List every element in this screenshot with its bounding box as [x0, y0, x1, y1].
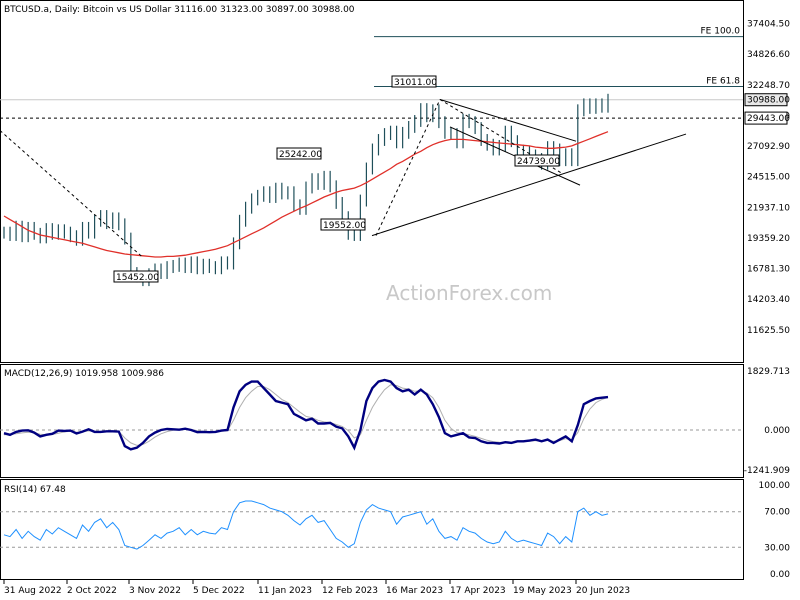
axis-labels: 37404.5034826.6032248.7029670.8027092.90…	[3, 20, 791, 596]
macd-tick-label: 1829.713	[747, 367, 790, 377]
close-text: 30988.00	[312, 5, 355, 15]
fe-level-label: FE 61.8	[706, 77, 740, 87]
fe-level-label: FE 100.0	[701, 27, 741, 37]
y-tick-label: 27092.90	[747, 142, 790, 152]
macd-tick-label: 0.000	[764, 426, 790, 436]
chart-canvas: ActionForex.com BTCUSD.a, Daily: Bitcoin…	[0, 0, 791, 596]
macd-line	[3, 378, 609, 451]
x-tick-label: 3 Nov 2022	[129, 586, 181, 596]
rsi-label: RSI(14) 67.48	[4, 485, 66, 495]
y-tick-label: 21937.10	[747, 203, 790, 213]
trend-line-dashed-down	[0, 130, 144, 258]
x-tick-label: 5 Dec 2022	[193, 586, 245, 596]
rsi-tick-label: 70.00	[764, 508, 790, 518]
x-tick-label: 17 Apr 2023	[450, 586, 506, 596]
y-tick-label: 19359.20	[747, 234, 790, 244]
channel-upper-line	[439, 98, 577, 142]
x-tick-label: 11 Jan 2023	[258, 586, 312, 596]
high-text: 31323.00	[220, 5, 263, 15]
chart-title-symbol: BTCUSD.a, Daily: Bitcoin vs US Dollar 31…	[4, 5, 355, 15]
x-tick-label: 31 Aug 2022	[4, 586, 62, 596]
y-tick-label: 32248.70	[747, 81, 790, 91]
symbol-text: BTCUSD.a	[4, 5, 49, 15]
y-tick-label: 34826.60	[747, 50, 790, 60]
price-label: 25242.00	[279, 150, 322, 160]
rsi-line	[3, 500, 609, 550]
x-tick-label: 12 Feb 2023	[322, 586, 378, 596]
macd-plot	[0, 378, 743, 451]
rsi-panel-frame	[0, 479, 744, 580]
timeframe-text: Daily	[55, 5, 78, 15]
description-text: Bitcoin vs US Dollar	[83, 5, 172, 15]
y-tick-label: 24515.00	[747, 173, 790, 183]
x-tick-label: 20 Jun 2023	[576, 586, 630, 596]
open-text: 31116.00	[174, 5, 217, 15]
rsi-tick-label: 100.00	[759, 481, 791, 491]
rsi-tick-label: 30.00	[764, 543, 790, 553]
price-label: 15452.00	[116, 273, 159, 283]
y-tick-label: 16781.30	[747, 265, 790, 275]
price-tag-label: 29443.00	[747, 114, 790, 124]
rsi-plot	[0, 500, 743, 550]
x-tick-label: 2 Oct 2022	[67, 586, 117, 596]
price-tag-label: 30988.00	[747, 96, 790, 106]
y-tick-label: 11625.50	[747, 326, 790, 336]
x-tick-label: 16 Mar 2023	[386, 586, 443, 596]
y-tick-label: 14203.40	[747, 295, 790, 305]
panel-frames	[0, 0, 744, 580]
price-panel-frame	[0, 0, 744, 363]
price-label: 24739.00	[517, 157, 560, 167]
macd-label: MACD(12,26,9) 1019.958 1009.986	[4, 369, 164, 379]
price-label: 31011.00	[394, 78, 437, 88]
price-plot: FE 100.0 FE 61.8 31011.00 25242.00 24739.00 1…	[0, 27, 743, 287]
macd-panel-frame	[0, 364, 744, 478]
price-label: 19552.00	[323, 221, 366, 231]
low-text: 30897.00	[266, 5, 309, 15]
y-tick-label: 37404.50	[747, 20, 790, 30]
watermark: ActionForex.com	[386, 281, 552, 305]
x-tick-label: 19 May 2023	[513, 586, 572, 596]
macd-tick-label: -1241.909	[744, 466, 790, 476]
wave-line-1	[375, 99, 441, 236]
rsi-tick-label: 0.00	[770, 570, 790, 580]
macd-signal-line	[3, 384, 609, 446]
